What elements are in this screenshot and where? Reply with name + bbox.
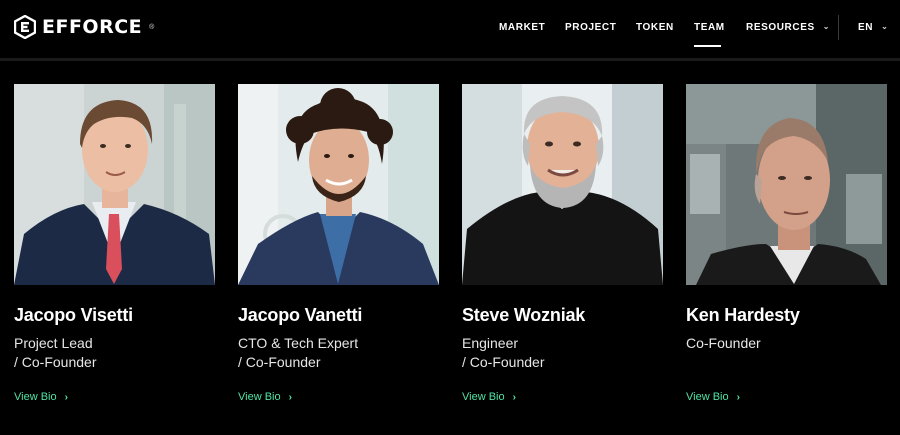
nav-market[interactable]: MARKET [499, 22, 545, 33]
member-role: Engineer / Co-Founder [462, 334, 544, 372]
portrait-image [462, 84, 663, 285]
portrait-image [14, 84, 215, 285]
member-role-line: / Co-Founder [238, 354, 321, 370]
nav-resources[interactable]: RESOURCES ⌄ [746, 22, 830, 33]
team-card: Steve Wozniak Engineer / Co-Founder View… [462, 84, 663, 403]
view-bio-label: View Bio [686, 391, 729, 403]
nav-active-indicator [694, 45, 721, 47]
efforce-hex-logo-icon [14, 15, 36, 39]
brand-name: EFFORCE [42, 16, 143, 38]
header-divider [0, 58, 900, 61]
nav-divider [838, 15, 839, 40]
nav-project[interactable]: PROJECT [565, 22, 616, 33]
view-bio-link[interactable]: View Bio › [14, 391, 68, 403]
member-role-line: Co-Founder [686, 335, 761, 351]
team-card: Jacopo Vanetti CTO & Tech Expert / Co-Fo… [238, 84, 439, 403]
chevron-down-icon: ⌄ [881, 22, 889, 31]
language-selector[interactable]: EN ⌄ [858, 22, 888, 33]
chevron-right-icon: › [64, 391, 68, 403]
nav-team[interactable]: TEAM [694, 22, 725, 33]
portrait-image [238, 84, 439, 285]
member-role: Co-Founder [686, 334, 761, 353]
team-card: Ken Hardesty Co-Founder View Bio › [686, 84, 887, 403]
member-role-line: Engineer [462, 335, 519, 351]
team-card: Jacopo Visetti Project Lead / Co-Founder… [14, 84, 215, 403]
team-photo [462, 84, 663, 285]
member-role: CTO & Tech Expert / Co-Founder [238, 334, 358, 372]
member-name: Steve Wozniak [462, 305, 586, 325]
view-bio-link[interactable]: View Bio › [462, 391, 516, 403]
member-role-line: / Co-Founder [462, 354, 545, 370]
language-label: EN [858, 22, 874, 33]
member-name: Ken Hardesty [686, 305, 800, 325]
brand-reg-mark: ® [149, 23, 155, 31]
member-role-line: / Co-Founder [14, 354, 97, 370]
nav-token[interactable]: TOKEN [636, 22, 674, 33]
chevron-down-icon: ⌄ [822, 22, 831, 31]
member-role: Project Lead / Co-Founder [14, 334, 96, 372]
view-bio-link[interactable]: View Bio › [238, 391, 292, 403]
view-bio-link[interactable]: View Bio › [686, 391, 740, 403]
chevron-right-icon: › [736, 391, 740, 403]
team-photo [14, 84, 215, 285]
view-bio-label: View Bio [462, 391, 505, 403]
portrait-image [686, 84, 887, 285]
team-photo [238, 84, 439, 285]
view-bio-label: View Bio [14, 391, 57, 403]
member-role-line: CTO & Tech Expert [238, 335, 359, 351]
site-header: EFFORCE ® MARKET PROJECT TOKEN TEAM RESOU… [0, 0, 900, 56]
chevron-right-icon: › [288, 391, 292, 403]
member-role-line: Project Lead [14, 335, 93, 351]
nav-resources-label: RESOURCES [746, 22, 815, 33]
view-bio-label: View Bio [238, 391, 281, 403]
member-name: Jacopo Vanetti [238, 305, 363, 325]
brand-logo[interactable]: EFFORCE ® [14, 15, 154, 39]
member-name: Jacopo Visetti [14, 305, 133, 325]
team-photo [686, 84, 887, 285]
chevron-right-icon: › [512, 391, 516, 403]
